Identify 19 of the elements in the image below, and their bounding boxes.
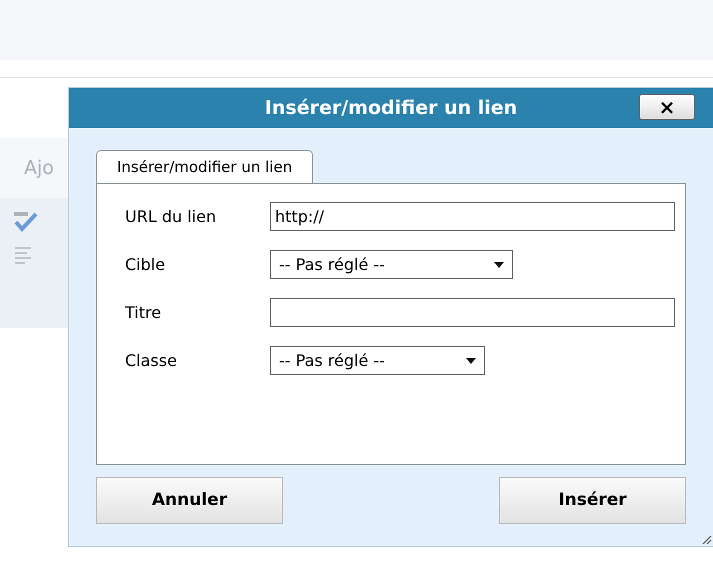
dropdown-value: -- Pas réglé --: [279, 254, 385, 276]
input-field[interactable]: http://: [270, 202, 675, 231]
resize-grip-icon[interactable]: [702, 535, 712, 545]
field-label: Cible: [125, 254, 166, 276]
dialog-title: Insérer/modifier un lien: [264, 96, 518, 121]
dropdown-value: -- Pas réglé --: [279, 350, 385, 372]
cancel-button[interactable]: Annuler: [96, 477, 283, 524]
spellcheck-icon[interactable]: [12, 210, 40, 232]
dropdown[interactable]: -- Pas réglé --: [270, 250, 513, 279]
input-field[interactable]: [270, 298, 675, 327]
field-label: URL du lien: [125, 206, 218, 228]
caret-icon: [466, 358, 476, 364]
field-label: Classe: [125, 350, 178, 372]
field-label: Titre: [125, 302, 162, 324]
dropdown[interactable]: -- Pas réglé --: [270, 346, 485, 375]
insert-button[interactable]: Insérer: [499, 477, 686, 524]
close-button[interactable]: ×: [639, 94, 695, 120]
caret-icon: [494, 262, 504, 268]
tab[interactable]: Insérer/modifier un lien: [96, 150, 314, 183]
